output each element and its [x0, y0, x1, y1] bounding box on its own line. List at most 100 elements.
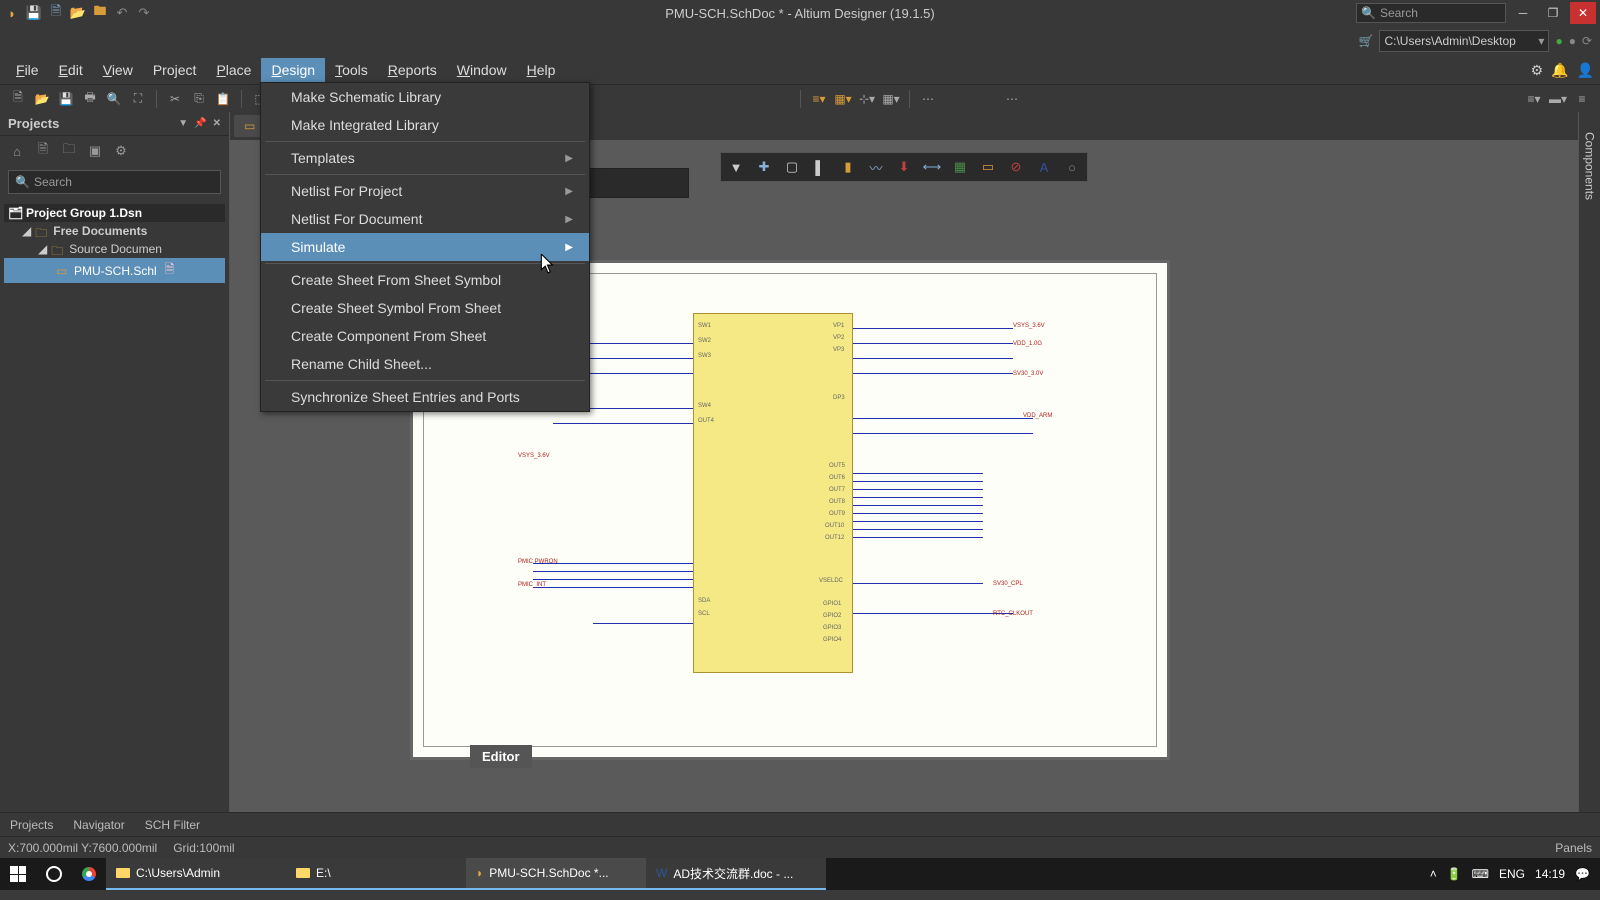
menu-make-schematic-library[interactable]: Make Schematic Library: [261, 83, 589, 111]
start-button[interactable]: [0, 858, 36, 890]
status-dot-grey-icon[interactable]: ●: [1569, 34, 1576, 48]
down-arrow-icon[interactable]: ⬇: [891, 155, 917, 179]
panel-close-icon[interactable]: ✕: [213, 118, 221, 129]
rect-icon[interactable]: ▢: [779, 155, 805, 179]
workspace-path[interactable]: C:\Users\Admin\Desktop ▾: [1379, 30, 1549, 52]
menu-create-symbol-from-sheet[interactable]: Create Sheet Symbol From Sheet: [261, 294, 589, 322]
list2-icon[interactable]: ≡: [1572, 89, 1592, 109]
menu-view[interactable]: View: [93, 58, 143, 82]
tree-source-documents[interactable]: ◢ 🗀 Source Documen: [4, 240, 225, 258]
menu-window[interactable]: Window: [447, 58, 517, 82]
panel-dropdown-icon[interactable]: ▼: [178, 118, 188, 129]
clock[interactable]: 14:19: [1535, 867, 1565, 881]
board-icon[interactable]: ▣: [86, 142, 104, 160]
taskbar-item-altium[interactable]: ◗PMU-SCH.SchDoc *...: [466, 858, 646, 890]
component-icon[interactable]: ▦: [947, 155, 973, 179]
align-left-icon[interactable]: ▌: [807, 155, 833, 179]
open-icon[interactable]: 📂: [70, 5, 86, 21]
more2-icon[interactable]: ⋯: [1002, 89, 1022, 109]
doc-icon[interactable]: 🗎: [34, 142, 52, 160]
highlight-icon[interactable]: ▮: [835, 155, 861, 179]
minimize-button[interactable]: ─: [1510, 2, 1536, 24]
notification-center-icon[interactable]: 💬: [1575, 867, 1590, 881]
menu-templates[interactable]: Templates▶: [261, 144, 589, 172]
menu-simulate[interactable]: Simulate▶: [261, 233, 589, 261]
close-button[interactable]: ✕: [1570, 2, 1596, 24]
print-doc-icon[interactable]: 🖶: [80, 89, 100, 109]
save-icon[interactable]: 💾: [26, 5, 42, 21]
menu-project[interactable]: Project: [143, 58, 207, 82]
grid2-icon[interactable]: ▦▾: [881, 89, 901, 109]
note-icon[interactable]: ▭: [975, 155, 1001, 179]
folder-icon[interactable]: 🗀: [60, 142, 78, 160]
tray-chevron-icon[interactable]: ˄: [1430, 867, 1437, 881]
language-indicator[interactable]: ENG: [1499, 867, 1525, 881]
paste-icon[interactable]: 📋: [213, 89, 233, 109]
copy-icon[interactable]: ⎘: [189, 89, 209, 109]
tree-root[interactable]: 🗂 Project Group 1.Dsn: [4, 204, 225, 222]
text-icon[interactable]: A: [1031, 155, 1057, 179]
print-icon[interactable]: 🖿: [92, 5, 108, 21]
cut-icon[interactable]: ✂: [165, 89, 185, 109]
menu-help[interactable]: Help: [517, 58, 566, 82]
menu-design[interactable]: Design: [261, 58, 325, 82]
gear-icon[interactable]: ⚙: [112, 142, 130, 160]
panels-button[interactable]: Panels: [1555, 841, 1592, 855]
save-all-icon[interactable]: 🗎: [48, 5, 64, 21]
status-dot-green-icon[interactable]: ●: [1555, 34, 1562, 48]
align-icon[interactable]: ≡▾: [809, 89, 829, 109]
menu-place[interactable]: Place: [206, 58, 261, 82]
snap-icon[interactable]: ⊹▾: [857, 89, 877, 109]
menu-tools[interactable]: Tools: [325, 58, 378, 82]
cross-icon[interactable]: ✚: [751, 155, 777, 179]
components-panel-collapsed[interactable]: Components: [1578, 112, 1600, 812]
open-doc-icon[interactable]: 📂: [32, 89, 52, 109]
redo-icon[interactable]: ↷: [136, 5, 152, 21]
circle-icon[interactable]: ○: [1059, 155, 1085, 179]
home-icon[interactable]: ⌂: [8, 142, 26, 160]
new-doc-icon[interactable]: 🗎: [8, 89, 28, 109]
notifications-icon[interactable]: 🔔: [1551, 62, 1568, 79]
list-icon[interactable]: ≡▾: [1524, 89, 1544, 109]
menu-create-sheet-from-symbol[interactable]: Create Sheet From Sheet Symbol: [261, 266, 589, 294]
wave-icon[interactable]: 〰: [863, 155, 889, 179]
refresh-icon[interactable]: ⟳: [1582, 34, 1592, 48]
settings-icon[interactable]: ⚙: [1531, 62, 1544, 79]
buy-icon[interactable]: 🛒: [1358, 34, 1373, 48]
cortana-button[interactable]: [36, 858, 72, 890]
global-search[interactable]: 🔍 Search: [1356, 3, 1506, 23]
panel-search[interactable]: 🔍 Search: [8, 170, 221, 194]
chrome-button[interactable]: [72, 858, 106, 890]
taskbar-item-explorer2[interactable]: E:\: [286, 858, 466, 890]
tab-projects[interactable]: Projects: [0, 814, 63, 836]
maximize-button[interactable]: ❐: [1540, 2, 1566, 24]
menu-netlist-document[interactable]: Netlist For Document▶: [261, 205, 589, 233]
tree-file-pmu-sch[interactable]: ▭ PMU-SCH.Schl 🗎: [4, 258, 225, 283]
zoom-icon[interactable]: 🔍: [104, 89, 124, 109]
ruler-icon[interactable]: ▬▾: [1548, 89, 1568, 109]
warning-icon[interactable]: ⊘: [1003, 155, 1029, 179]
more-icon[interactable]: ⋯: [918, 89, 938, 109]
ic-component[interactable]: [693, 313, 853, 673]
menu-netlist-project[interactable]: Netlist For Project▶: [261, 177, 589, 205]
tab-sch-filter[interactable]: SCH Filter: [135, 814, 210, 836]
measure-icon[interactable]: ⟷: [919, 155, 945, 179]
editor-mode-tab[interactable]: Editor: [470, 745, 532, 768]
tree-free-documents[interactable]: ◢ 🗀 Free Documents: [4, 222, 225, 240]
filter-icon[interactable]: ▼: [723, 155, 749, 179]
menu-reports[interactable]: Reports: [378, 58, 447, 82]
battery-icon[interactable]: 🔋: [1447, 867, 1462, 881]
tab-navigator[interactable]: Navigator: [63, 814, 134, 836]
zoom-fit-icon[interactable]: ⛶: [128, 89, 148, 109]
user-icon[interactable]: 👤: [1577, 62, 1594, 79]
simulate-submenu[interactable]: [589, 168, 689, 198]
menu-create-component-from-sheet[interactable]: Create Component From Sheet: [261, 322, 589, 350]
menu-make-integrated-library[interactable]: Make Integrated Library: [261, 111, 589, 139]
menu-file[interactable]: File: [6, 58, 49, 82]
panel-pin-icon[interactable]: 📌: [194, 118, 206, 129]
undo-icon[interactable]: ↶: [114, 5, 130, 21]
taskbar-item-word[interactable]: WAD技术交流群.doc - ...: [646, 858, 826, 890]
menu-sync-sheet-entries[interactable]: Synchronize Sheet Entries and Ports: [261, 383, 589, 411]
save-doc-icon[interactable]: 💾: [56, 89, 76, 109]
menu-edit[interactable]: Edit: [49, 58, 93, 82]
